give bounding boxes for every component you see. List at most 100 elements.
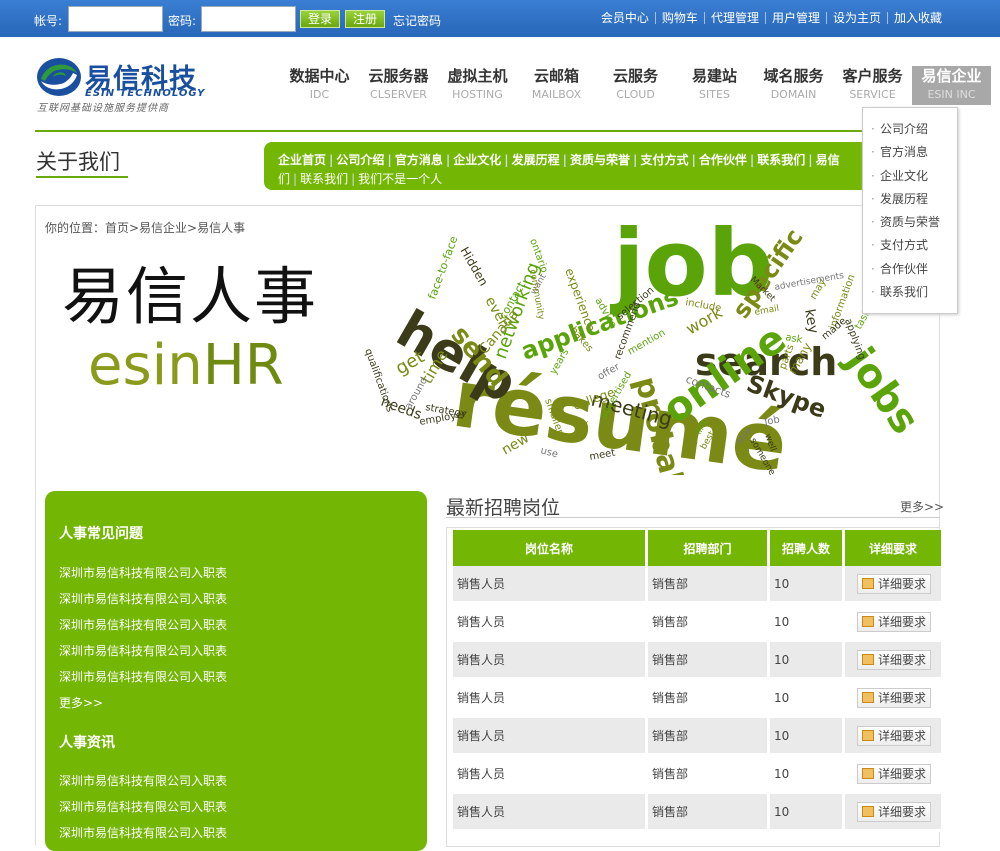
detail-button[interactable]: 详细要求 xyxy=(857,649,931,670)
logo[interactable]: 易信科技 ESIN TECHNOLOGY 互联网基础设施服务提供商 xyxy=(35,55,210,115)
dropdown-item-culture[interactable]: 企业文化 xyxy=(863,165,957,188)
cell-position: 销售人员 xyxy=(453,604,645,642)
dropdown-item-payment[interactable]: 支付方式 xyxy=(863,234,957,257)
subnav-item-news[interactable]: 官方消息 xyxy=(395,153,443,167)
nav-sublabel: SITES xyxy=(699,88,730,101)
jobs-divider xyxy=(446,517,940,518)
detail-icon xyxy=(861,653,874,665)
faq-item[interactable]: 深圳市易信科技有限公司入职表 xyxy=(59,616,227,633)
cell-department: 销售部 xyxy=(648,718,767,756)
detail-button[interactable]: 详细要求 xyxy=(857,801,931,822)
add-favorite-link[interactable]: 加入收藏 xyxy=(886,12,948,24)
agent-manage-link[interactable]: 代理管理 xyxy=(703,12,765,24)
nav-label: 易建站 xyxy=(691,67,737,85)
detail-button[interactable]: 详细要求 xyxy=(857,725,931,746)
logo-slogan: 互联网基础设施服务提供商 xyxy=(37,103,169,114)
nav-label: 客户服务 xyxy=(842,67,903,85)
word-cloud-word: advertisements xyxy=(774,271,845,293)
news-item[interactable]: 深圳市易信科技有限公司入职表 xyxy=(59,772,227,789)
subnav-item-history[interactable]: 发展历程 xyxy=(512,153,560,167)
faq-item[interactable]: 深圳市易信科技有限公司入职表 xyxy=(59,668,227,685)
table-row: 销售人员 销售部 10 详细要求 xyxy=(453,794,941,832)
dropdown-item-contact[interactable]: 联系我们 xyxy=(863,281,957,304)
cell-department: 销售部 xyxy=(648,566,767,604)
separator: | xyxy=(445,153,451,167)
detail-button[interactable]: 详细要求 xyxy=(857,763,931,784)
member-center-link[interactable]: 会员中心 xyxy=(595,12,655,24)
cell-position: 销售人员 xyxy=(453,680,645,718)
subnav-item-intro[interactable]: 公司介绍 xyxy=(336,153,384,167)
dropdown-item-partners[interactable]: 合作伙伴 xyxy=(863,258,957,281)
separator: | xyxy=(329,153,334,167)
register-button[interactable]: 注册 xyxy=(345,10,385,28)
set-homepage-link[interactable]: 设为主页 xyxy=(825,12,887,24)
jobs-more-link[interactable]: 更多>> xyxy=(900,498,944,515)
subnav-item-home[interactable]: 企业首页 xyxy=(278,153,326,167)
logo-english: ESIN TECHNOLOGY xyxy=(85,88,206,99)
subnav-item-honors[interactable]: 资质与荣誉 xyxy=(570,153,630,167)
detail-button[interactable]: 详细要求 xyxy=(857,611,931,632)
faq-item[interactable]: 深圳市易信科技有限公司入职表 xyxy=(59,642,227,659)
nav-label: 云服务 xyxy=(612,67,658,85)
detail-icon xyxy=(861,729,874,741)
cart-link[interactable]: 购物车 xyxy=(654,12,704,24)
nav-item-mailbox[interactable]: 云邮箱 MAILBOX xyxy=(517,66,596,105)
nav-sublabel: SERVICE xyxy=(849,88,896,101)
cell-count: 10 xyxy=(770,794,842,832)
cell-position: 销售人员 xyxy=(453,794,645,832)
separator: | xyxy=(562,153,568,167)
separator: | xyxy=(387,153,392,167)
news-item[interactable]: 深圳市易信科技有限公司入职表 xyxy=(59,824,227,841)
faq-item[interactable]: 深圳市易信科技有限公司入职表 xyxy=(59,564,227,581)
dropdown-item-honors[interactable]: 资质与荣誉 xyxy=(863,211,957,234)
banner-subtitle: esinHR xyxy=(88,333,284,399)
user-manage-link[interactable]: 用户管理 xyxy=(764,12,826,24)
subnav-item-partners[interactable]: 合作伙伴 xyxy=(699,153,747,167)
word-cloud-word: jobs xyxy=(836,338,929,443)
cell-detail: 详细要求 xyxy=(845,642,941,680)
nav-item-idc[interactable]: 数据中心 IDC xyxy=(280,66,359,105)
separator: | xyxy=(504,153,509,167)
subnav-item-esin[interactable]: 易信 xyxy=(816,153,840,167)
nav-item-esin-inc[interactable]: 易信企业 ESIN INC xyxy=(912,66,991,105)
word-cloud-word: key xyxy=(801,308,821,335)
nav-item-service[interactable]: 客户服务 SERVICE xyxy=(833,66,912,105)
detail-icon xyxy=(861,805,874,817)
dropdown-item-history[interactable]: 发展历程 xyxy=(863,188,957,211)
forgot-password-link[interactable]: 忘记密码 xyxy=(393,12,441,29)
cell-count: 10 xyxy=(770,718,842,756)
login-button[interactable]: 登录 xyxy=(300,10,340,28)
subnav-item-culture[interactable]: 企业文化 xyxy=(453,153,501,167)
subnav-item-we[interactable]: 们 xyxy=(278,172,290,186)
nav-item-hosting[interactable]: 虚拟主机 HOSTING xyxy=(438,66,517,105)
word-cloud-word: face-to-face xyxy=(426,234,461,301)
nav-item-cloud[interactable]: 云服务 CLOUD xyxy=(596,66,675,105)
news-item[interactable]: 深圳市易信科技有限公司入职表 xyxy=(59,798,227,815)
nav-item-clserver[interactable]: 云服务器 CLSERVER xyxy=(359,66,438,105)
subnav-item-contact-us[interactable]: 联系我们 xyxy=(300,172,348,186)
subnav-item-contact[interactable]: 联系我们 xyxy=(757,153,805,167)
subnav-item-not-alone[interactable]: 我们不是一个人 xyxy=(358,172,442,186)
nav-item-sites[interactable]: 易建站 SITES xyxy=(675,66,754,105)
dropdown-item-news[interactable]: 官方消息 xyxy=(863,141,957,164)
nav-item-domain[interactable]: 域名服务 DOMAIN xyxy=(754,66,833,105)
faq-title: 人事常见问题 xyxy=(59,526,143,542)
col-position: 岗位名称 xyxy=(453,530,645,566)
dropdown-item-intro[interactable]: 公司介绍 xyxy=(863,118,957,141)
detail-button[interactable]: 详细要求 xyxy=(857,687,931,708)
faq-more-link[interactable]: 更多>> xyxy=(59,694,103,711)
cell-detail: 详细要求 xyxy=(845,566,941,604)
detail-button-label: 详细要求 xyxy=(877,576,926,591)
password-input[interactable] xyxy=(201,6,296,32)
detail-icon xyxy=(861,615,874,627)
account-input[interactable] xyxy=(68,6,163,32)
account-label: 帐号: xyxy=(34,14,63,28)
separator: | xyxy=(633,153,638,167)
top-links: 会员中心 购物车 代理管理 用户管理 设为主页 加入收藏 xyxy=(595,12,948,24)
faq-item[interactable]: 深圳市易信科技有限公司入职表 xyxy=(59,590,227,607)
subnav-item-payment[interactable]: 支付方式 xyxy=(640,153,688,167)
nav-label: 数据中心 xyxy=(289,67,350,85)
detail-button[interactable]: 详细要求 xyxy=(857,573,931,594)
top-bar: 帐号: 密码: 登录 注册 忘记密码 会员中心 购物车 代理管理 用户管理 设为… xyxy=(0,0,1000,37)
separator: | xyxy=(351,172,356,186)
